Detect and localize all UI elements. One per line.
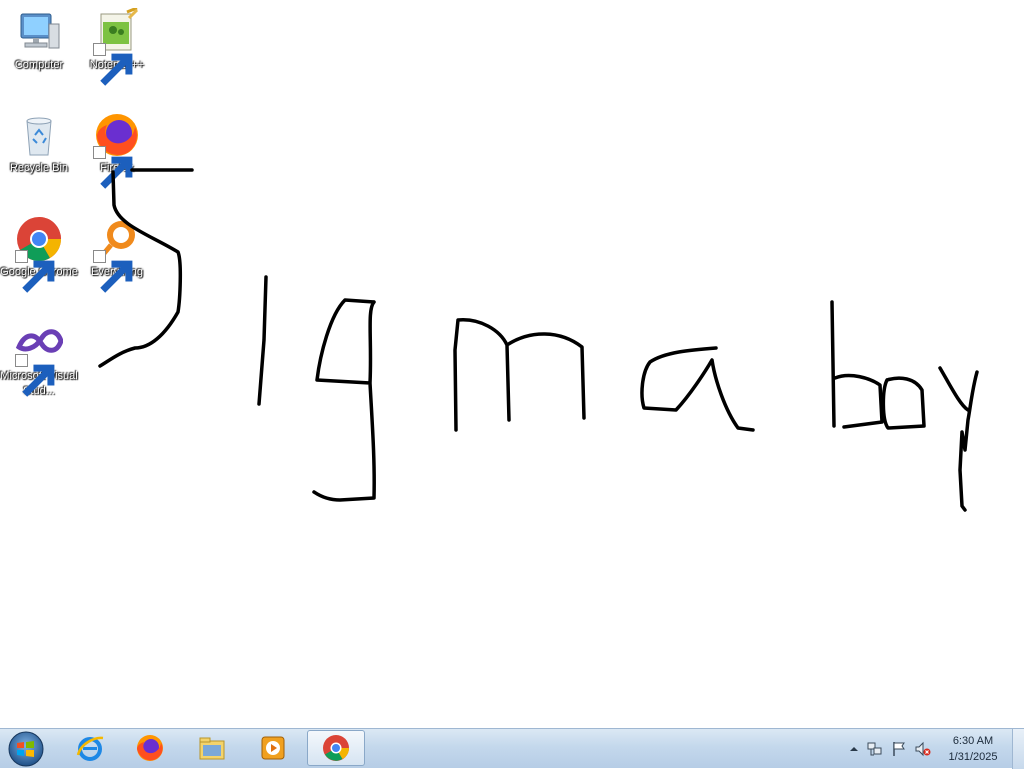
shortcut-arrow-icon: [15, 354, 55, 397]
everything-search-icon: [93, 215, 141, 293]
taskbar-file-explorer[interactable]: [183, 730, 241, 766]
drawing-stroke-y: [938, 366, 979, 512]
desktop-icon-visual-studio[interactable]: Microsoft Visual Stud...: [0, 319, 78, 399]
drawing-stroke-a: [640, 346, 755, 432]
start-button[interactable]: [4, 730, 48, 768]
drawing-stroke-g: [312, 298, 376, 502]
desktop-icon-everything[interactable]: Everything: [78, 215, 156, 293]
shortcut-arrow-icon: [93, 43, 133, 86]
drawing-stroke-b: [830, 300, 884, 429]
windows-logo-icon: [8, 731, 44, 767]
desktop-icon-google-chrome[interactable]: Google Chrome: [0, 215, 78, 293]
system-clock[interactable]: 6:30 AM 1/31/2025: [928, 733, 1018, 765]
drawing-stroke-m: [453, 318, 586, 432]
media-player-icon: [261, 736, 285, 760]
taskbar-google-chrome[interactable]: [307, 730, 365, 766]
recycle-bin-icon: [15, 111, 63, 159]
shortcut-arrow-icon: [93, 146, 133, 189]
taskbar-firefox[interactable]: [121, 730, 179, 766]
drawing-stroke-i: [257, 275, 268, 406]
notepadpp-icon: [93, 8, 141, 86]
computer-icon: [15, 8, 63, 56]
desktop-icon-recycle-bin[interactable]: Recycle Bin: [0, 111, 78, 176]
chrome-icon: [15, 215, 63, 293]
network-icon[interactable]: [867, 741, 883, 757]
shortcut-arrow-icon: [93, 250, 133, 293]
clock-date: 1/31/2025: [948, 751, 998, 763]
desktop[interactable]: Computer Notepad++ Recycle Bin Firefox G…: [0, 0, 1024, 728]
shortcut-arrow-icon: [15, 250, 55, 293]
taskbar: 6:30 AM 1/31/2025: [0, 728, 1024, 769]
taskbar-media-player[interactable]: [244, 730, 302, 766]
firefox-icon: [93, 111, 141, 189]
show-desktop-button[interactable]: [1012, 729, 1024, 769]
action-center-flag-icon[interactable]: [891, 741, 907, 757]
file-explorer-icon: [199, 737, 225, 760]
desktop-icon-notepadpp[interactable]: Notepad++: [78, 8, 156, 86]
internet-explorer-icon: [76, 736, 104, 761]
chrome-icon: [323, 735, 349, 761]
desktop-icon-label: Computer: [14, 59, 64, 71]
visual-studio-icon: [15, 319, 63, 397]
freehand-drawing: [98, 168, 979, 512]
desktop-icon-firefox[interactable]: Firefox: [78, 111, 156, 189]
desktop-icon-computer[interactable]: Computer: [0, 8, 78, 73]
taskbar-internet-explorer[interactable]: [61, 730, 119, 766]
clock-time: 6:30 AM: [952, 735, 994, 747]
firefox-icon: [137, 735, 163, 761]
drawing-stroke-o: [881, 376, 926, 430]
desktop-icon-label: Recycle Bin: [9, 162, 69, 174]
show-hidden-icons-chevron-icon[interactable]: [846, 741, 862, 757]
